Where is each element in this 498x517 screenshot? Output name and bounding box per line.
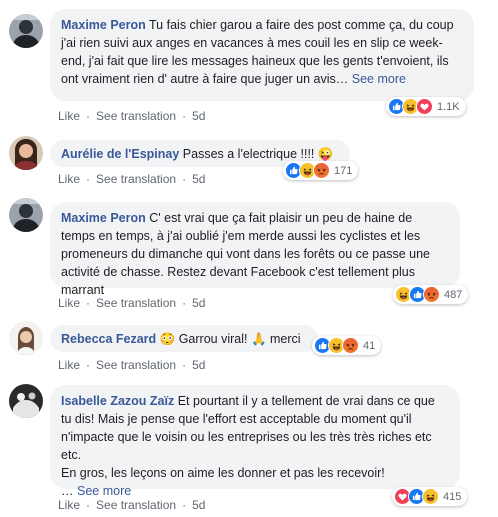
separator: · bbox=[86, 172, 91, 186]
timestamp[interactable]: 5d bbox=[192, 172, 205, 186]
separator: · bbox=[86, 498, 91, 512]
see-more-link[interactable]: See more bbox=[77, 484, 131, 498]
timestamp[interactable]: 5d bbox=[192, 109, 205, 123]
see-translation-link[interactable]: See translation bbox=[96, 358, 176, 372]
reaction-summary[interactable]: 41 bbox=[312, 336, 382, 355]
separator: · bbox=[182, 172, 187, 186]
comment-actions: Like · See translation · 5d bbox=[58, 109, 205, 123]
angry-icon bbox=[342, 337, 359, 354]
reaction-summary[interactable]: 415 bbox=[392, 487, 468, 506]
ellipsis: … bbox=[335, 72, 349, 86]
see-translation-link[interactable]: See translation bbox=[96, 172, 176, 186]
avatar[interactable] bbox=[9, 321, 43, 355]
timestamp[interactable]: 5d bbox=[192, 498, 205, 512]
reaction-count: 171 bbox=[334, 164, 353, 177]
see-translation-link[interactable]: See translation bbox=[96, 109, 176, 123]
comment-author[interactable]: Aurélie de l'Espinay bbox=[61, 147, 179, 161]
like-link[interactable]: Like bbox=[58, 358, 80, 372]
like-link[interactable]: Like bbox=[58, 172, 80, 186]
see-translation-link[interactable]: See translation bbox=[96, 498, 176, 512]
comment-bubble: Maxime Peron Tu fais chier garou a faire… bbox=[50, 9, 474, 101]
separator: · bbox=[182, 498, 187, 512]
avatar[interactable] bbox=[9, 136, 43, 170]
haha-icon bbox=[422, 488, 439, 505]
like-link[interactable]: Like bbox=[58, 498, 80, 512]
comment-actions: Like · See translation · 5d bbox=[58, 172, 205, 186]
ellipsis: … bbox=[61, 484, 74, 498]
comment-author[interactable]: Maxime Peron bbox=[61, 18, 146, 32]
comment-bubble: Isabelle Zazou Zaïz Et pourtant il y a t… bbox=[50, 385, 460, 498]
reaction-summary[interactable]: 1.1K bbox=[386, 97, 466, 116]
angry-icon bbox=[313, 162, 330, 179]
reaction-count: 41 bbox=[363, 339, 376, 352]
avatar[interactable] bbox=[9, 14, 43, 48]
angry-icon bbox=[423, 286, 440, 303]
timestamp[interactable]: 5d bbox=[192, 358, 205, 372]
reaction-count: 487 bbox=[444, 288, 463, 301]
comment-bubble: Maxime Peron C' est vrai que ça fait pla… bbox=[50, 202, 460, 297]
comment-text: Passes a l'electrique !!!! 😜 bbox=[182, 147, 334, 161]
comment-actions: Like · See translation · 5d bbox=[58, 498, 205, 512]
reaction-summary[interactable]: 171 bbox=[283, 161, 359, 180]
separator: · bbox=[182, 296, 187, 310]
see-more-link[interactable]: See more bbox=[352, 72, 406, 86]
separator: · bbox=[86, 109, 91, 123]
separator: · bbox=[86, 358, 91, 372]
see-translation-link[interactable]: See translation bbox=[96, 296, 176, 310]
avatar[interactable] bbox=[9, 384, 43, 418]
comment-text-line: En gros, les leçons on aime les donner e… bbox=[61, 466, 385, 480]
comment-author[interactable]: Rebecca Fezard bbox=[61, 332, 156, 346]
comment-author[interactable]: Maxime Peron bbox=[61, 211, 146, 225]
separator: · bbox=[86, 296, 91, 310]
reaction-count: 415 bbox=[443, 490, 462, 503]
separator: · bbox=[182, 358, 187, 372]
love-icon bbox=[416, 98, 433, 115]
timestamp[interactable]: 5d bbox=[192, 296, 205, 310]
avatar[interactable] bbox=[9, 198, 43, 232]
reaction-summary[interactable]: 487 bbox=[393, 285, 469, 304]
like-link[interactable]: Like bbox=[58, 109, 80, 123]
comment-text: 😳 Garrou viral! 🙏 merci bbox=[159, 332, 301, 346]
comment-bubble: Rebecca Fezard 😳 Garrou viral! 🙏 merci bbox=[50, 325, 318, 352]
separator: · bbox=[182, 109, 187, 123]
reaction-count: 1.1K bbox=[437, 100, 460, 113]
comment-actions: Like · See translation · 5d bbox=[58, 358, 205, 372]
comment-actions: Like · See translation · 5d bbox=[58, 296, 205, 310]
comment-author[interactable]: Isabelle Zazou Zaïz bbox=[61, 394, 174, 408]
like-link[interactable]: Like bbox=[58, 296, 80, 310]
